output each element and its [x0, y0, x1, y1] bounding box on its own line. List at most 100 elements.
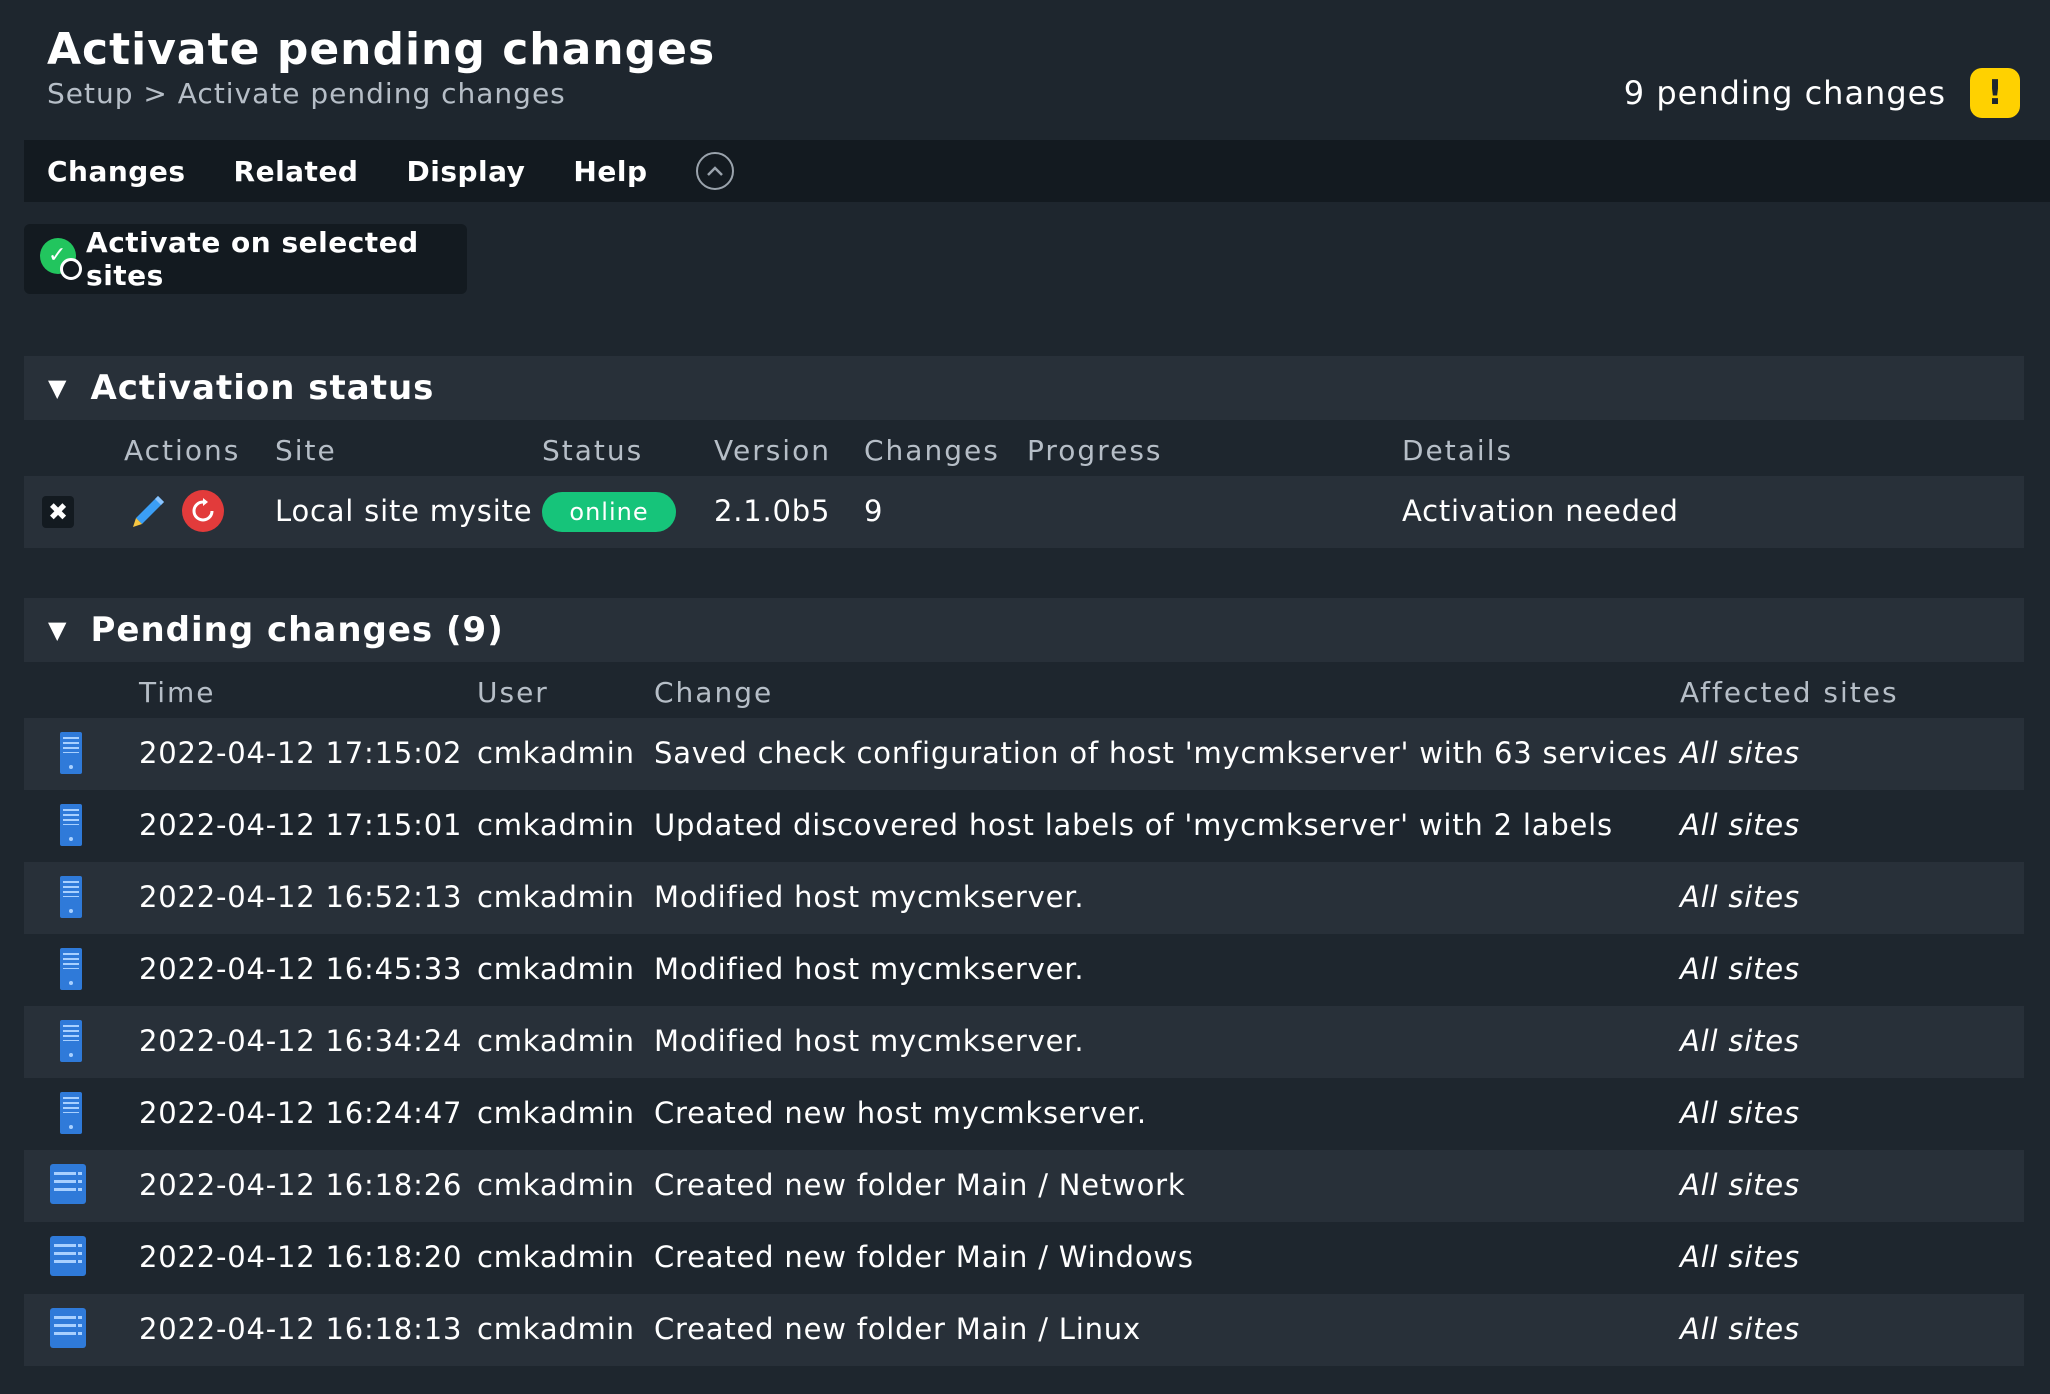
site-row: ✖ Local site mysite online 2.1.0b5 9 Act…	[24, 476, 2024, 548]
column-header-user: User	[477, 676, 549, 709]
pending-changes-count[interactable]: 9 pending changes	[1624, 74, 1946, 112]
change-affected-sites: All sites	[1680, 808, 1800, 842]
column-header-site: Site	[275, 434, 337, 467]
change-text: Created new folder Main / Windows	[654, 1240, 1194, 1274]
change-affected-sites: All sites	[1680, 1168, 1800, 1202]
chevron-up-icon[interactable]	[695, 152, 734, 190]
change-time: 2022-04-12 16:18:13	[139, 1312, 463, 1346]
activate-button-label: Activate on selected sites	[86, 226, 419, 292]
chevron-up-icon-glyph	[706, 166, 723, 176]
change-text: Saved check configuration of host 'mycmk…	[654, 736, 1668, 770]
section-title: Pending changes (9)	[90, 610, 504, 650]
column-header-time: Time	[139, 676, 216, 709]
change-time: 2022-04-12 16:45:33	[139, 952, 463, 986]
activate-icon: ✓	[40, 238, 82, 280]
menu-changes[interactable]: Changes	[47, 155, 186, 188]
change-user: cmkadmin	[477, 1024, 635, 1058]
column-header-version: Version	[714, 434, 831, 467]
collapse-triangle-icon[interactable]: ▼	[48, 374, 66, 402]
change-text: Updated discovered host labels of 'mycmk…	[654, 808, 1613, 842]
breadcrumb[interactable]: Setup > Activate pending changes	[47, 77, 715, 110]
page-header: Activate pending changes Setup > Activat…	[47, 24, 715, 110]
change-user: cmkadmin	[477, 1168, 635, 1202]
table-header: Time User Change Affected sites	[24, 662, 2024, 718]
change-text: Created new host mycmkserver.	[654, 1096, 1147, 1130]
change-user: cmkadmin	[477, 736, 635, 770]
change-user: cmkadmin	[477, 1240, 635, 1274]
folder-icon[interactable]	[50, 1236, 86, 1276]
change-user: cmkadmin	[477, 952, 635, 986]
host-icon[interactable]	[60, 948, 82, 990]
table-row: 2022-04-12 17:15:01 cmkadmin Updated dis…	[24, 790, 2024, 862]
site-details: Activation needed	[1402, 494, 1679, 528]
change-user: cmkadmin	[477, 1096, 635, 1130]
column-header-details: Details	[1402, 434, 1514, 467]
change-affected-sites: All sites	[1680, 1024, 1800, 1058]
pending-changes-table-body: 2022-04-12 17:15:02 cmkadmin Saved check…	[24, 718, 2024, 1366]
change-affected-sites: All sites	[1680, 736, 1800, 770]
change-affected-sites: All sites	[1680, 1096, 1800, 1130]
host-icon[interactable]	[60, 732, 82, 774]
table-header: Actions Site Status Version Changes Prog…	[24, 420, 2024, 476]
status-badge: online	[542, 492, 676, 532]
folder-icon[interactable]	[50, 1308, 86, 1348]
section-title: Activation status	[90, 368, 435, 408]
page-title: Activate pending changes	[47, 24, 716, 75]
change-affected-sites: All sites	[1680, 880, 1800, 914]
table-row: 2022-04-12 17:15:02 cmkadmin Saved check…	[24, 718, 2024, 790]
table-row: 2022-04-12 16:18:26 cmkadmin Created new…	[24, 1150, 2024, 1222]
change-text: Modified host mycmkserver.	[654, 1024, 1085, 1058]
change-time: 2022-04-12 16:34:24	[139, 1024, 463, 1058]
activation-status-header[interactable]: ▼ Activation status	[24, 356, 2024, 420]
table-row: 2022-04-12 16:52:13 cmkadmin Modified ho…	[24, 862, 2024, 934]
menu-display[interactable]: Display	[406, 155, 525, 188]
activate-selected-sites-button[interactable]: ✓ Activate on selected sites	[24, 224, 467, 294]
pending-changes-section: ▼ Pending changes (9) Time User Change A…	[24, 598, 2024, 1366]
site-changes: 9	[864, 494, 884, 528]
change-affected-sites: All sites	[1680, 952, 1800, 986]
host-icon[interactable]	[60, 1020, 82, 1062]
change-time: 2022-04-12 16:18:20	[139, 1240, 463, 1274]
column-header-changes: Changes	[864, 434, 1000, 467]
change-user: cmkadmin	[477, 880, 635, 914]
column-header-change: Change	[654, 676, 774, 709]
change-time: 2022-04-12 16:52:13	[139, 880, 463, 914]
activation-status-section: ▼ Activation status Actions Site Status …	[24, 356, 2024, 548]
restart-icon-glyph	[192, 498, 214, 522]
folder-icon[interactable]	[50, 1164, 86, 1204]
change-time: 2022-04-12 16:24:47	[139, 1096, 463, 1130]
edit-icon[interactable]	[128, 492, 168, 541]
collapse-triangle-icon[interactable]: ▼	[48, 616, 66, 644]
menu-help[interactable]: Help	[573, 155, 647, 188]
change-text: Modified host mycmkserver.	[654, 952, 1085, 986]
column-header-actions: Actions	[124, 434, 241, 467]
host-icon[interactable]	[60, 876, 82, 918]
column-header-progress: Progress	[1027, 434, 1163, 467]
change-user: cmkadmin	[477, 808, 635, 842]
close-icon[interactable]: ✖	[42, 496, 74, 528]
warning-icon[interactable]: !	[1970, 68, 2020, 118]
pending-changes-indicator[interactable]: 9 pending changes !	[1624, 68, 2020, 118]
change-time: 2022-04-12 17:15:01	[139, 808, 463, 842]
table-row: 2022-04-12 16:24:47 cmkadmin Created new…	[24, 1078, 2024, 1150]
change-text: Created new folder Main / Network	[654, 1168, 1186, 1202]
change-affected-sites: All sites	[1680, 1240, 1800, 1274]
table-row: 2022-04-12 16:34:24 cmkadmin Modified ho…	[24, 1006, 2024, 1078]
table-row: 2022-04-12 16:18:20 cmkadmin Created new…	[24, 1222, 2024, 1294]
host-icon[interactable]	[60, 1092, 82, 1134]
change-text: Created new folder Main / Linux	[654, 1312, 1141, 1346]
change-time: 2022-04-12 17:15:02	[139, 736, 463, 770]
change-affected-sites: All sites	[1680, 1312, 1800, 1346]
menu-related[interactable]: Related	[234, 155, 359, 188]
table-row: 2022-04-12 16:45:33 cmkadmin Modified ho…	[24, 934, 2024, 1006]
change-user: cmkadmin	[477, 1312, 635, 1346]
site-version: 2.1.0b5	[714, 494, 831, 528]
change-time: 2022-04-12 16:18:26	[139, 1168, 463, 1202]
column-header-status: Status	[542, 434, 644, 467]
host-icon[interactable]	[60, 804, 82, 846]
change-text: Modified host mycmkserver.	[654, 880, 1085, 914]
restart-icon[interactable]	[182, 490, 224, 532]
column-header-affected-sites: Affected sites	[1680, 676, 1899, 709]
table-row: 2022-04-12 16:18:13 cmkadmin Created new…	[24, 1294, 2024, 1366]
pending-changes-header[interactable]: ▼ Pending changes (9)	[24, 598, 2024, 662]
